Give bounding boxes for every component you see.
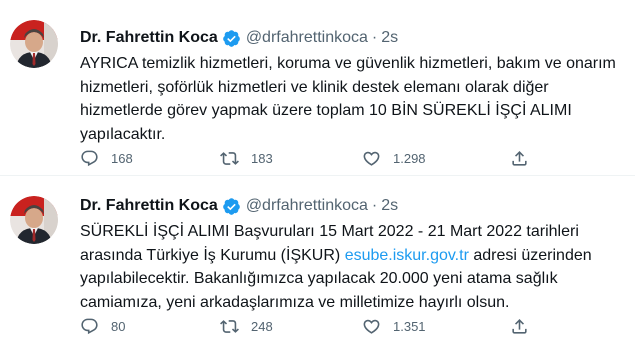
timestamp[interactable]: 2s <box>381 196 398 216</box>
retweet-icon <box>220 319 239 333</box>
like-button[interactable]: 1.351 <box>362 316 426 336</box>
tweet-actions: 80 248 1.351 <box>80 316 540 340</box>
author-handle[interactable]: @drfahrettinkoca <box>246 28 368 48</box>
retweet-count: 183 <box>251 150 273 166</box>
timestamp[interactable]: 2s <box>381 28 398 48</box>
heart-icon <box>363 319 380 334</box>
separator-dot: · <box>371 29 378 46</box>
share-icon <box>512 318 527 334</box>
author-name[interactable]: Dr. Fahrettin Koca <box>80 196 218 216</box>
avatar[interactable] <box>10 196 58 244</box>
like-button[interactable]: 1.298 <box>362 148 426 168</box>
author-handle[interactable]: @drfahrettinkoca <box>246 196 368 216</box>
avatar[interactable] <box>10 20 58 68</box>
separator-dot: · <box>371 197 378 214</box>
reply-icon <box>81 318 98 334</box>
reply-button[interactable]: 168 <box>80 148 133 168</box>
share-button[interactable] <box>510 148 529 168</box>
tweet-actions: 168 183 1.298 <box>80 148 540 172</box>
like-count: 1.298 <box>393 150 426 166</box>
reply-button[interactable]: 80 <box>80 316 125 336</box>
verified-badge-icon <box>222 197 241 216</box>
tweet-text: AYRICA temizlik hizmetleri, koruma ve gü… <box>80 55 616 143</box>
tweet[interactable]: Dr. Fahrettin Koca @drfahrettinkoca · 2s… <box>0 0 635 176</box>
retweet-icon <box>220 151 239 165</box>
heart-icon <box>363 151 380 166</box>
tweet-header: Dr. Fahrettin Koca @drfahrettinkoca · 2s <box>80 196 623 216</box>
tweet-text: SÜREKLİ İŞÇİ ALIMI Başvuruları 15 Mart 2… <box>80 220 623 314</box>
retweet-count: 248 <box>251 318 273 334</box>
share-button[interactable] <box>510 316 529 336</box>
verified-badge-icon <box>222 29 241 48</box>
like-count: 1.351 <box>393 318 426 334</box>
share-icon <box>512 150 527 166</box>
tweet-link[interactable]: esube.iskur.gov.tr <box>345 247 469 264</box>
tweet[interactable]: Dr. Fahrettin Koca @drfahrettinkoca · 2s… <box>0 176 635 348</box>
reply-count: 168 <box>111 150 133 166</box>
tweet-header: Dr. Fahrettin Koca @drfahrettinkoca · 2s <box>80 28 623 48</box>
author-name[interactable]: Dr. Fahrettin Koca <box>80 28 218 48</box>
retweet-button[interactable]: 248 <box>220 316 273 336</box>
retweet-button[interactable]: 183 <box>220 148 273 168</box>
reply-count: 80 <box>111 318 126 334</box>
reply-icon <box>81 150 98 166</box>
